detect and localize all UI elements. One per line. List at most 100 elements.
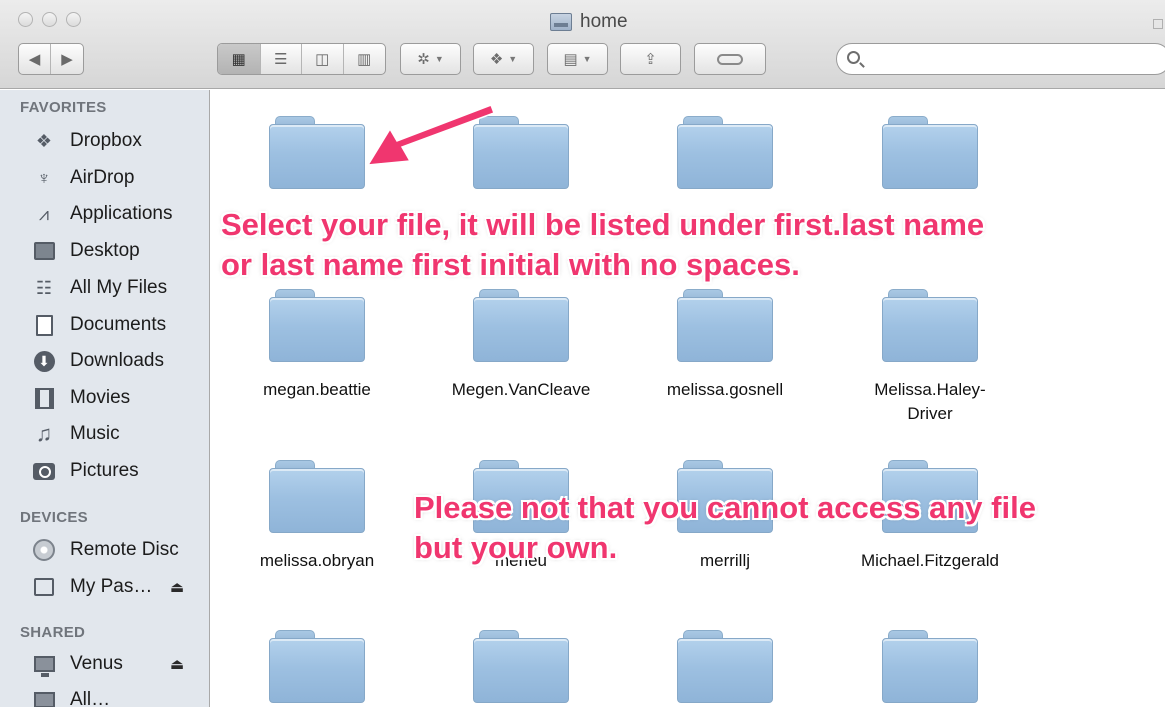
caret-down-icon: ▼ [434,54,444,64]
folder-name: melissa.gosnell [666,380,784,399]
arrange-menu-button[interactable]: ▤ ▼ [547,43,608,75]
view-switcher: ▦ ☰ ◫ ▥ [217,43,386,75]
folder-item[interactable] [835,630,1025,703]
sidebar-item-movies[interactable]: Movies [0,381,209,415]
dropbox-menu-button[interactable]: ❖ ▼ [473,43,534,75]
movies-icon [33,387,55,409]
close-window-button[interactable] [18,12,33,27]
drive-icon [33,576,55,598]
folder-item[interactable]: Megen.VanCleave [426,289,616,402]
folder-item[interactable]: Melissa.Haley-Driver [850,289,1010,426]
sidebar-item-label: Documents [70,314,167,335]
sidebar-item-all-my-files[interactable]: ☷ All My Files [0,271,209,305]
folder-item[interactable]: megan.beattie [222,289,412,402]
annotation-arrow-icon [366,104,495,166]
chevron-right-icon: ▶ [61,51,73,68]
folder-icon [269,460,365,533]
sidebar-item-label: AirDrop [70,167,135,188]
annotation-line: but your own. [414,530,618,565]
sidebar-item-pictures[interactable]: Pictures [0,454,209,488]
forward-button[interactable]: ▶ [51,44,83,74]
icon-view-button[interactable]: ▦ [218,44,261,74]
sidebar-item-label: Downloads [70,350,164,371]
column-view-button[interactable]: ◫ [302,44,344,74]
monitor-icon [33,653,55,677]
sidebar-item-label: All… [70,689,111,707]
annotation-line: or last name first initial with no space… [221,247,800,282]
folder-item[interactable] [835,116,1025,189]
column-view-icon: ◫ [315,51,330,68]
folder-icon [269,630,365,703]
sidebar-item-applications[interactable]: ⩘ Applications [0,197,209,231]
caret-down-icon: ▼ [582,54,592,64]
sidebar: FAVORITES ❖ Dropbox ♆ AirDrop ⩘ Applicat… [0,90,210,707]
sidebar-item-label: Movies [70,387,131,408]
zoom-window-button[interactable] [66,12,81,27]
search-field[interactable] [836,43,1165,75]
sidebar-item-downloads[interactable]: ⬇ Downloads [0,344,209,378]
tag-icon [717,53,743,65]
folder-icon [677,630,773,703]
fullscreen-icon[interactable] [1153,19,1163,29]
folder-name: megan.beattie [263,380,371,399]
folder-icon [269,289,365,362]
sidebar-item-remote-disc[interactable]: Remote Disc [0,533,209,567]
gear-icon: ✲ [417,51,430,68]
list-view-icon: ☰ [274,51,288,68]
minimize-window-button[interactable] [42,12,57,27]
sidebar-item-label: Dropbox [70,130,142,151]
music-icon: ♫ [35,421,53,446]
folder-name: melissa.obryan [259,551,375,570]
folder-item[interactable] [426,630,616,703]
list-view-button[interactable]: ☰ [261,44,302,74]
sidebar-item-documents[interactable]: Documents [0,308,209,342]
eject-button[interactable]: ⏏ [170,655,184,673]
search-icon [847,51,860,64]
folder-item[interactable]: melissa.obryan [222,460,412,573]
folder-icon [473,289,569,362]
sidebar-item-airdrop[interactable]: ♆ AirDrop [0,161,209,195]
disc-icon [33,539,55,561]
share-icon: ⇪ [644,51,657,68]
folder-item[interactable] [630,630,820,703]
folder-item[interactable]: melissa.gosnell [630,289,820,402]
file-grid: megan.beattie Megen.VanCleave melissa.go… [211,90,1165,707]
all-files-icon: ☷ [35,277,53,298]
search-input[interactable] [871,48,1151,70]
coverflow-view-icon: ▥ [357,51,372,68]
folder-icon [269,116,365,189]
sidebar-item-label: All My Files [70,277,168,298]
annotation-line: Please not that you cannot access any fi… [414,490,1036,525]
folder-icon [677,116,773,189]
sidebar-item-my-passport[interactable]: My Pas… ⏏ [0,570,209,604]
window-toolbar: home ◀ ▶ ▦ ☰ ◫ ▥ ✲ ▼ ❖ ▼ ▤ ▼ ⇪ [0,0,1165,89]
chevron-left-icon: ◀ [28,51,41,68]
sidebar-item-venus[interactable]: Venus ⏏ [0,647,209,681]
folder-icon [473,630,569,703]
caret-down-icon: ▼ [508,54,518,64]
sidebar-heading-devices: DEVICES [20,509,88,526]
coverflow-view-button[interactable]: ▥ [344,44,386,74]
folder-icon [882,116,978,189]
folder-item[interactable] [630,116,820,189]
pictures-icon [33,460,55,482]
annotation-note-access: Please not that you cannot access any fi… [414,488,1036,568]
folder-icon [882,289,978,362]
home-folder-icon [550,13,572,31]
eject-button[interactable]: ⏏ [170,578,184,596]
action-menu-button[interactable]: ✲ ▼ [400,43,461,75]
sidebar-item-music[interactable]: ♫ Music [0,417,209,451]
folder-name: Megen.VanCleave [451,380,591,399]
share-button[interactable]: ⇪ [620,43,681,75]
sidebar-item-desktop[interactable]: Desktop [0,234,209,268]
back-button[interactable]: ◀ [19,44,52,74]
sidebar-item-all-shared[interactable]: All… [0,683,209,707]
sidebar-item-label: Venus [70,653,123,674]
network-icon [33,689,55,707]
folder-icon [882,630,978,703]
airdrop-icon: ♆ [37,167,51,188]
sidebar-item-dropbox[interactable]: ❖ Dropbox [0,124,209,158]
folder-item[interactable] [222,630,412,703]
dropbox-icon: ❖ [489,51,504,68]
tag-button[interactable] [694,43,766,75]
